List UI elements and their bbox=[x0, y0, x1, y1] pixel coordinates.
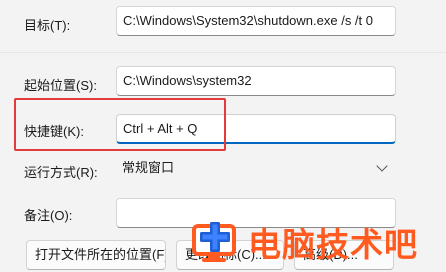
start-in-field[interactable]: C:\Windows\system32 bbox=[116, 66, 396, 96]
chevron-down-icon bbox=[376, 160, 388, 172]
watermark-text: 电脑技术吧 bbox=[248, 225, 418, 264]
target-label: 目标(T): bbox=[24, 18, 71, 33]
computer-plus-logo-icon bbox=[190, 220, 242, 264]
run-label: 运行方式(R): bbox=[24, 165, 98, 180]
run-select[interactable]: 常规窗口 bbox=[116, 153, 396, 183]
watermark: 电脑技术吧 bbox=[190, 218, 418, 266]
open-file-location-button[interactable]: 打开文件所在的位置(F) bbox=[26, 240, 166, 270]
start-in-label: 起始位置(S): bbox=[24, 78, 97, 93]
target-field[interactable]: C:\Windows\System32\shutdown.exe /s /t 0 bbox=[116, 6, 396, 36]
run-select-value: 常规窗口 bbox=[122, 160, 175, 175]
comment-label: 备注(O): bbox=[24, 208, 73, 223]
highlight-box bbox=[14, 98, 226, 151]
section-divider bbox=[0, 52, 446, 53]
